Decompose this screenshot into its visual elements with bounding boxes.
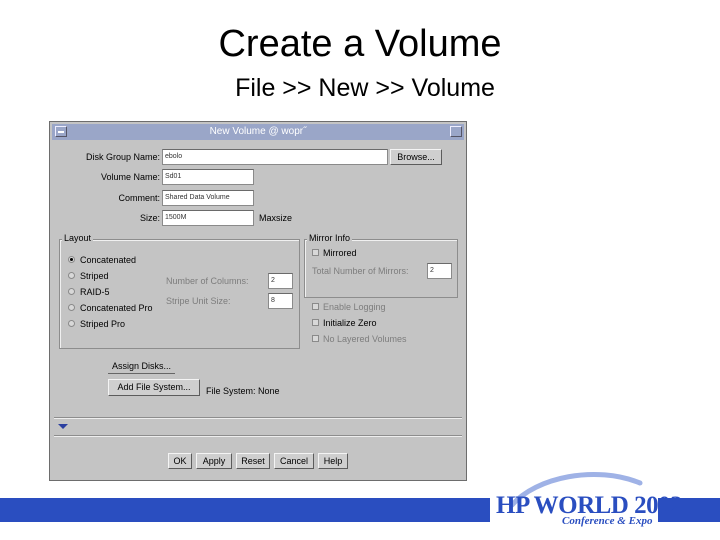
layout-option-label: Striped — [80, 271, 109, 281]
volume-name-input[interactable]: Sd01 — [162, 169, 254, 185]
window-maximize-icon[interactable] — [450, 126, 462, 137]
size-input[interactable]: 1500M — [162, 210, 254, 226]
expand-arrow-icon[interactable] — [58, 424, 68, 429]
slide-title: Create a Volume — [218, 23, 502, 65]
layout-group-title: Layout — [62, 233, 94, 244]
dialog-separator — [54, 417, 462, 419]
initialize-zero-label: Initialize Zero — [323, 318, 377, 328]
stripe-unit-label: Stripe Unit Size: — [166, 296, 231, 306]
no-layered-volumes-checkbox[interactable] — [312, 335, 319, 342]
columns-input[interactable]: 2 — [268, 273, 293, 289]
enable-logging-label: Enable Logging — [323, 302, 386, 312]
apply-button[interactable]: Apply — [196, 453, 232, 469]
volume-name-label: Volume Name: — [100, 172, 160, 182]
layout-radio-concatenated[interactable] — [68, 256, 75, 263]
layout-radio-striped[interactable] — [68, 272, 75, 279]
comment-label: Comment: — [118, 193, 160, 203]
total-mirrors-input[interactable]: 2 — [427, 263, 452, 279]
dialog-titlebar[interactable]: New Volume @ wopr˝ — [52, 124, 464, 140]
file-system-status: File System: None — [206, 386, 280, 396]
reset-button[interactable]: Reset — [236, 453, 270, 469]
maxsize-button[interactable]: Maxsize — [259, 212, 292, 224]
enable-logging-checkbox[interactable] — [312, 303, 319, 310]
layout-radio-concatenated-pro[interactable] — [68, 304, 75, 311]
assign-disks-button[interactable]: Assign Disks... — [108, 359, 176, 374]
mirror-group-title: Mirror Info — [307, 233, 353, 244]
stripe-unit-input[interactable]: 8 — [268, 293, 293, 309]
dialog-separator — [54, 435, 462, 437]
disk-group-input[interactable]: ebolo — [162, 149, 388, 165]
initialize-zero-checkbox[interactable] — [312, 319, 319, 326]
mirrored-label: Mirrored — [323, 248, 357, 258]
dialog-title: New Volume @ wopr˝ — [209, 126, 307, 137]
layout-radio-striped-pro[interactable] — [68, 320, 75, 327]
layout-option-label: Concatenated Pro — [80, 303, 153, 313]
disk-group-label: Disk Group Name: — [85, 152, 160, 162]
mirrored-checkbox[interactable] — [312, 249, 319, 256]
size-label: Size: — [139, 213, 160, 223]
columns-label: Number of Columns: — [166, 276, 249, 286]
total-mirrors-label: Total Number of Mirrors: — [312, 266, 409, 276]
layout-option-label: Striped Pro — [80, 319, 126, 329]
help-button[interactable]: Help — [318, 453, 348, 469]
layout-radio-raid5[interactable] — [68, 288, 75, 295]
slide-subtitle: File >> New >> Volume — [235, 74, 495, 102]
add-file-system-button[interactable]: Add File System... — [108, 379, 200, 396]
layout-option-label: Concatenated — [80, 255, 137, 265]
no-layered-volumes-label: No Layered Volumes — [323, 334, 407, 344]
browse-button[interactable]: Browse... — [390, 149, 442, 165]
cancel-button[interactable]: Cancel — [274, 453, 314, 469]
new-volume-dialog: New Volume @ wopr˝ Disk Group Name: ebol… — [49, 121, 467, 481]
ok-button[interactable]: OK — [168, 453, 192, 469]
logo-tagline: Conference & Expo — [562, 515, 653, 527]
layout-option-label: RAID-5 — [80, 287, 110, 297]
comment-input[interactable]: Shared Data Volume — [162, 190, 254, 206]
